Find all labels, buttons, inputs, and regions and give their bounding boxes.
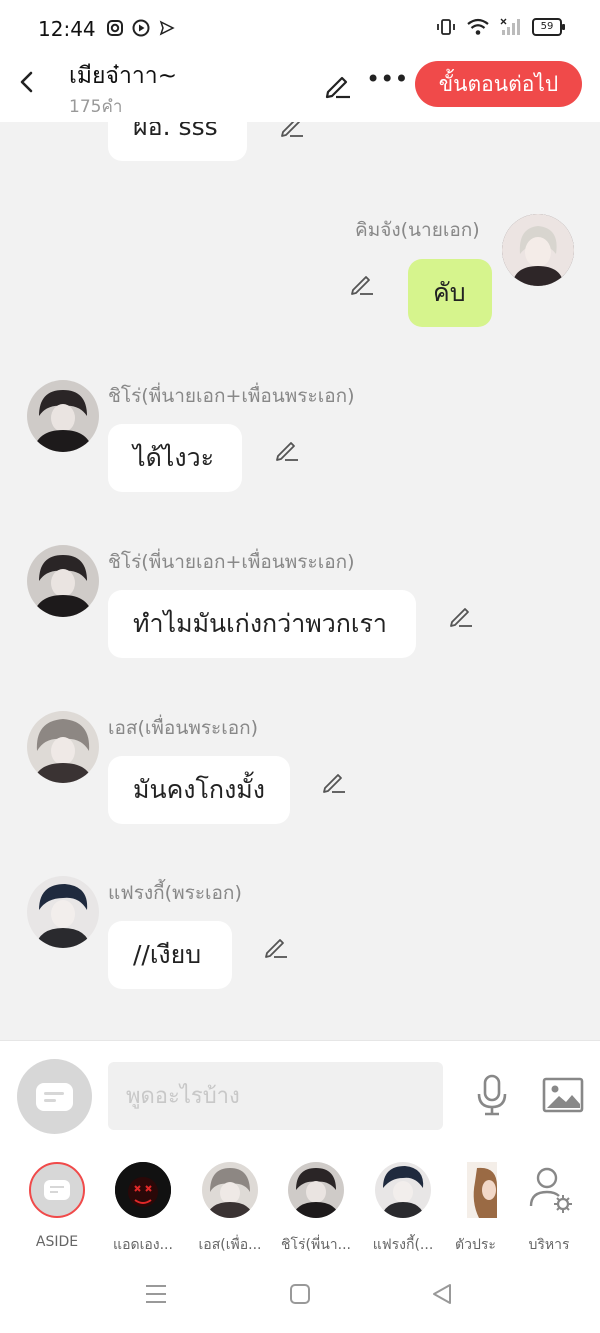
play-icon <box>132 19 150 37</box>
edit-message-icon[interactable] <box>447 602 475 630</box>
edit-icon[interactable] <box>322 70 352 100</box>
next-step-button[interactable]: ขั้นตอนต่อไป <box>415 61 582 107</box>
vibrate-icon <box>437 19 455 35</box>
aside-avatar <box>29 1162 85 1218</box>
battery-level: 59 <box>540 21 554 32</box>
character-frankie[interactable]: แฟรงกี้(... <box>363 1162 443 1256</box>
sender-name: เอส(เพื่อนพระเอก) <box>108 717 259 739</box>
message-icon <box>36 1083 73 1111</box>
word-count: 175คำ <box>69 97 123 117</box>
sender-name: คิมจัง(นายเอก) <box>355 219 480 241</box>
character-admin[interactable]: แอดเอง... <box>103 1162 183 1256</box>
edit-message-icon[interactable] <box>278 122 306 140</box>
character-label: แอดเอง... <box>113 1237 173 1253</box>
avatar[interactable] <box>502 214 574 286</box>
more-options-icon[interactable]: ••• <box>366 67 408 98</box>
edit-message-icon[interactable] <box>320 768 348 796</box>
back-nav-icon[interactable] <box>430 1283 454 1305</box>
character-bar: ASIDE แอดเอง... เอส(เพื่อ... ชิโร่(พี่นา… <box>0 1150 600 1255</box>
message-input[interactable] <box>108 1062 443 1130</box>
avatar <box>288 1162 344 1218</box>
status-time: 12:44 <box>38 17 96 41</box>
message-bubble[interactable]: ผอ. sss <box>108 122 247 161</box>
avatar <box>467 1162 497 1218</box>
menu-icon[interactable] <box>144 1283 168 1305</box>
character-extra[interactable]: ตัวประ <box>445 1162 503 1256</box>
message-bubble[interactable]: คับ <box>408 259 492 327</box>
sender-name: ชิโร่(พี่นายเอก+เพื่อนพระเอก) <box>108 551 355 573</box>
message-bubble[interactable]: มันคงโกงมั้ง <box>108 756 290 824</box>
character-manage[interactable]: บริหาร <box>509 1162 589 1256</box>
message-bubble[interactable]: ทำไมมันเก่งกว่าพวกเรา <box>108 590 416 658</box>
character-aside[interactable]: ASIDE <box>17 1162 97 1250</box>
message-bubble[interactable]: ได้ไงวะ <box>108 424 242 492</box>
edit-message-icon[interactable] <box>262 933 290 961</box>
chat-title: เมียจ๋าาา~ <box>69 63 177 89</box>
chat-header: เมียจ๋าาา~ 175คำ ••• ขั้นตอนต่อไป <box>0 58 600 122</box>
edit-message-icon[interactable] <box>348 270 376 298</box>
character-shiro[interactable]: ชิโร่(พี่นา... <box>276 1162 356 1256</box>
image-icon[interactable] <box>542 1077 584 1113</box>
character-label: ASIDE <box>35 1234 79 1250</box>
avatar <box>202 1162 258 1218</box>
aside-toggle-button[interactable] <box>17 1059 92 1134</box>
status-bar: 12:44 59 <box>0 0 600 58</box>
sender-name: ชิโร่(พี่นายเอก+เพื่อนพระเอก) <box>108 385 355 407</box>
message-bubble[interactable]: //เงียบ <box>108 921 232 989</box>
avatar <box>115 1162 171 1218</box>
edit-message-icon[interactable] <box>273 436 301 464</box>
chat-area: ผอ. sss คิมจัง(นายเอก) คับ ชิโร่(พี่นายเ… <box>0 122 600 1040</box>
send-icon <box>159 20 175 36</box>
sender-name: แฟรงกี้(พระเอก) <box>108 882 242 904</box>
wifi-icon <box>467 18 489 35</box>
input-bar <box>0 1040 600 1151</box>
character-label: บริหาร <box>528 1237 570 1253</box>
character-label: แฟรงกี้(... <box>372 1237 434 1253</box>
microphone-icon[interactable] <box>474 1073 510 1117</box>
battery-icon: 59 <box>532 18 565 36</box>
avatar[interactable] <box>27 711 99 783</box>
avatar[interactable] <box>27 545 99 617</box>
avatar[interactable] <box>27 876 99 948</box>
back-icon[interactable] <box>14 68 42 96</box>
signal-icon <box>500 18 520 35</box>
character-label: ชิโร่(พี่นา... <box>280 1237 351 1253</box>
character-label: เอส(เพื่อ... <box>198 1237 262 1253</box>
system-nav-bar <box>0 1255 600 1333</box>
avatar <box>375 1162 431 1218</box>
instagram-icon <box>107 20 123 36</box>
avatar[interactable] <box>27 380 99 452</box>
home-icon[interactable] <box>288 1283 312 1305</box>
character-label: ตัวประ <box>455 1237 496 1253</box>
manage-users-icon <box>529 1167 572 1213</box>
character-es[interactable]: เอส(เพื่อ... <box>190 1162 270 1256</box>
